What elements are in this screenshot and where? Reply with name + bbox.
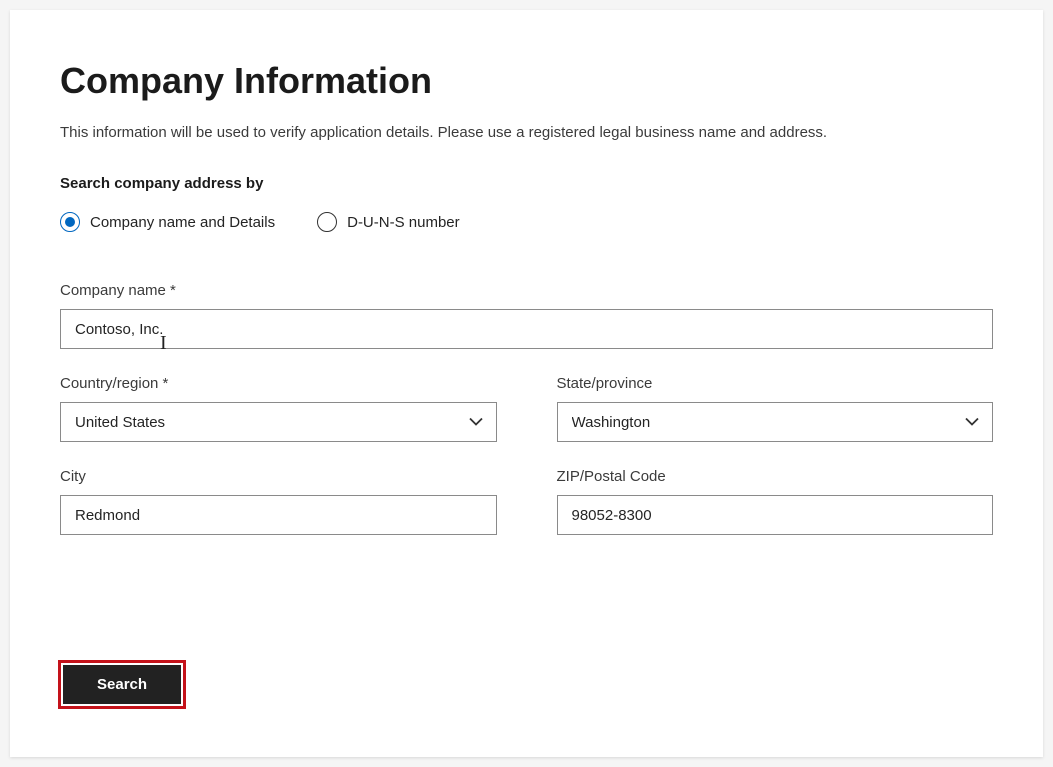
state-field-group: State/province (557, 375, 994, 442)
radio-icon-selected (60, 212, 80, 232)
state-label: State/province (557, 375, 994, 392)
zip-field-group: ZIP/Postal Code (557, 468, 994, 535)
state-select[interactable] (557, 402, 994, 442)
country-field-group: Country/region * (60, 375, 497, 442)
radio-company-name[interactable]: Company name and Details (60, 212, 275, 232)
page-description: This information will be used to verify … (60, 124, 993, 141)
country-select[interactable] (60, 402, 497, 442)
city-label: City (60, 468, 497, 485)
search-by-label: Search company address by (60, 175, 993, 192)
radio-dot-icon (65, 217, 75, 227)
company-information-panel: Company Information This information wil… (10, 10, 1043, 757)
city-input[interactable] (60, 495, 497, 535)
company-name-input[interactable] (60, 309, 993, 349)
company-name-field-group: Company name * (60, 282, 993, 349)
company-name-label: Company name * (60, 282, 993, 299)
search-by-radio-group: Company name and Details D-U-N-S number (60, 212, 993, 232)
page-title: Company Information (60, 60, 993, 102)
country-label: Country/region * (60, 375, 497, 392)
radio-duns-number[interactable]: D-U-N-S number (317, 212, 460, 232)
zip-input[interactable] (557, 495, 994, 535)
search-button-highlight: Search (58, 660, 186, 709)
radio-duns-label: D-U-N-S number (347, 214, 460, 231)
city-field-group: City (60, 468, 497, 535)
radio-icon-unselected (317, 212, 337, 232)
search-button[interactable]: Search (63, 665, 181, 704)
zip-label: ZIP/Postal Code (557, 468, 994, 485)
radio-company-name-label: Company name and Details (90, 214, 275, 231)
